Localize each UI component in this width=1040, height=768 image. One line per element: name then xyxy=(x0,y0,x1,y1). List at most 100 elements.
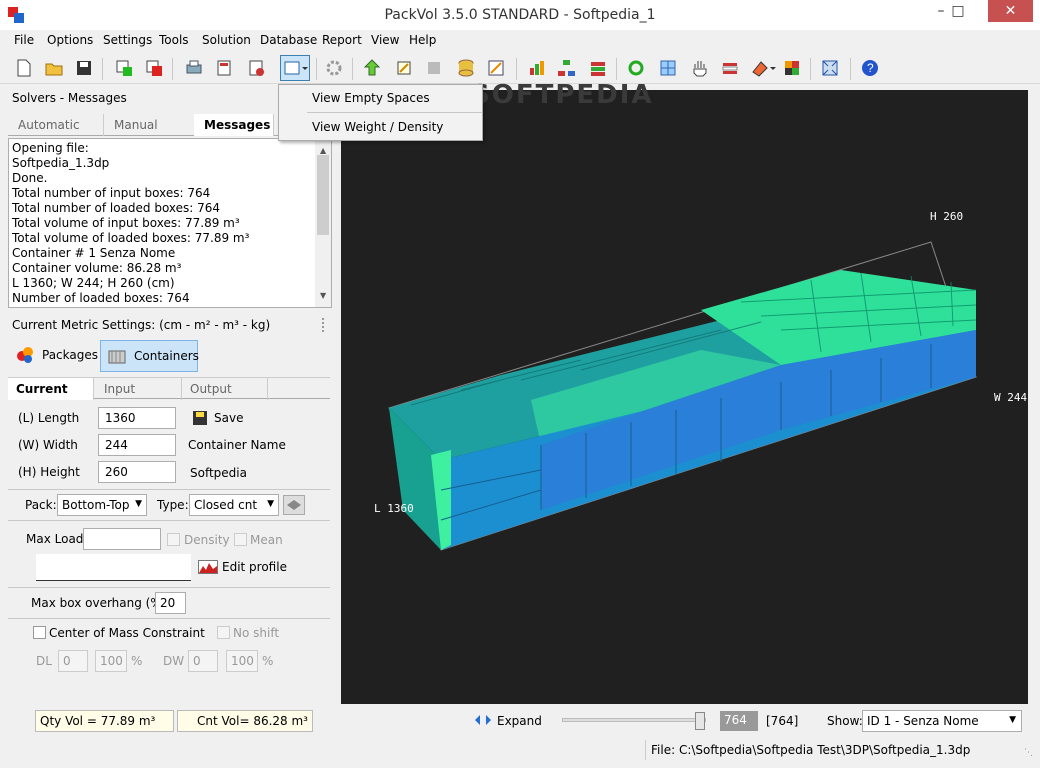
tab-manual[interactable]: Manual xyxy=(104,114,200,136)
max-load-input[interactable] xyxy=(83,528,161,550)
3d-viewport[interactable]: SOFTPEDIA H 260 W 244 L 1360 xyxy=(341,80,1028,704)
maximize-button[interactable]: □ xyxy=(946,0,970,22)
container-3d-render: H 260 W 244 L 1360 xyxy=(374,210,1027,551)
menu-help[interactable]: Help xyxy=(409,33,436,47)
tab-automatic[interactable]: Automatic xyxy=(8,114,104,136)
expand-label[interactable]: Expand xyxy=(497,714,542,728)
solver-tabs: Automatic Manual Messages xyxy=(8,114,318,136)
dw-percent-sign: % xyxy=(262,654,274,668)
no-shift-checkbox[interactable] xyxy=(217,626,230,639)
new-file-icon[interactable] xyxy=(14,58,34,78)
status-file-path: File: C:\Softpedia\Softpedia Test\3DP\So… xyxy=(651,743,971,757)
type-select[interactable]: Closed cnt ▼ xyxy=(189,494,279,516)
messages-list: Opening file: Softpedia_1.3dp Done. Total n… xyxy=(12,141,328,306)
settings-gear-icon[interactable] xyxy=(324,58,344,78)
dw-input[interactable]: 0 xyxy=(188,650,218,672)
containers-icon xyxy=(108,350,126,364)
center-of-mass-checkbox[interactable] xyxy=(33,626,46,639)
menu-settings[interactable]: Settings xyxy=(103,33,152,47)
expand-arrows-icon[interactable] xyxy=(474,713,492,727)
tab-current[interactable]: Current xyxy=(8,378,94,400)
print-icon[interactable] xyxy=(184,58,204,78)
report-icon[interactable] xyxy=(214,58,234,78)
pack-label: Pack: xyxy=(25,498,57,512)
length-input[interactable]: 1360 xyxy=(98,407,176,429)
stack-chart-icon[interactable] xyxy=(526,58,546,78)
pack-select[interactable]: Bottom-Top ▼ xyxy=(57,494,147,516)
hand-pan-icon[interactable] xyxy=(690,58,710,78)
database-icon[interactable] xyxy=(456,58,476,78)
length-label: (L) Length xyxy=(18,411,80,425)
help-icon[interactable]: ? xyxy=(860,58,880,78)
message-line: Container volume: 86.28 m³ xyxy=(12,261,182,275)
refresh-icon[interactable] xyxy=(626,58,646,78)
show-select[interactable]: ID 1 - Senza Nome ▼ xyxy=(862,710,1022,732)
save-icon[interactable] xyxy=(74,58,94,78)
width-label: (W) Width xyxy=(18,438,78,452)
boxes-icon[interactable] xyxy=(782,58,802,78)
no-shift-label: No shift xyxy=(233,626,280,640)
menu-options[interactable]: Options xyxy=(47,33,93,47)
menu-file[interactable]: File xyxy=(14,33,34,47)
resize-grip-icon[interactable]: ⋱ xyxy=(1024,748,1033,758)
mean-checkbox[interactable] xyxy=(234,533,247,546)
export-icon[interactable] xyxy=(246,58,266,78)
menu-item-view-weight-density[interactable]: View Weight / Density xyxy=(312,120,443,134)
add-package-icon[interactable] xyxy=(114,58,134,78)
dl-input[interactable]: 0 xyxy=(58,650,88,672)
overhang-input[interactable]: 20 xyxy=(155,592,186,614)
edit-profile-label[interactable]: Edit profile xyxy=(222,560,287,574)
layers-icon[interactable] xyxy=(588,58,608,78)
menu-item-view-empty-spaces[interactable]: View Empty Spaces xyxy=(312,91,430,105)
height-label: (H) Height xyxy=(18,465,80,479)
grid-view-icon[interactable] xyxy=(658,58,678,78)
grip-icon[interactable] xyxy=(322,318,326,332)
width-input[interactable]: 244 xyxy=(98,434,176,456)
density-checkbox[interactable] xyxy=(167,533,180,546)
load-up-icon[interactable] xyxy=(362,58,382,78)
messages-scrollbar[interactable]: ▲ ▼ xyxy=(315,139,331,307)
dl-label: DL xyxy=(36,654,52,668)
height-axis-label: H 260 xyxy=(930,210,963,223)
save-label[interactable]: Save xyxy=(214,411,243,425)
mean-label: Mean xyxy=(250,533,283,547)
add-container-icon[interactable] xyxy=(144,58,164,78)
open-folder-icon[interactable] xyxy=(44,58,64,78)
packages-button[interactable]: Packages xyxy=(14,342,98,370)
load-profile-preview xyxy=(36,554,191,581)
menu-database[interactable]: Database xyxy=(260,33,317,47)
menu-tools[interactable]: Tools xyxy=(159,33,189,47)
message-line: Total number of loaded boxes: 764 xyxy=(12,201,221,215)
height-input[interactable]: 260 xyxy=(98,461,176,483)
menu-view[interactable]: View xyxy=(371,33,399,47)
wizard-icon[interactable] xyxy=(486,58,506,78)
messages-box: Opening file: Softpedia_1.3dp Done. Total n… xyxy=(8,138,332,308)
edit-icon[interactable] xyxy=(394,58,414,78)
boxes-slider-track[interactable] xyxy=(562,712,706,730)
container-shape-button[interactable] xyxy=(283,495,305,515)
message-line: Number of loaded boxes: 764 xyxy=(12,291,190,305)
fit-view-icon[interactable] xyxy=(820,58,840,78)
view-options-dropdown-button[interactable] xyxy=(280,55,310,81)
dw-percent-input[interactable]: 100 xyxy=(226,650,258,672)
save-disk-icon[interactable] xyxy=(193,411,207,425)
boxes-slider-thumb[interactable] xyxy=(695,712,705,730)
tab-input[interactable]: Input xyxy=(94,378,182,400)
tab-output[interactable]: Output xyxy=(182,378,268,400)
container-name-value: Softpedia xyxy=(190,466,247,480)
containers-button[interactable]: Containers xyxy=(100,340,199,372)
menu-solution[interactable]: Solution xyxy=(202,33,251,47)
slider-max-label: [764] xyxy=(766,714,799,728)
menu-report[interactable]: Report xyxy=(322,33,362,47)
truck-icon[interactable] xyxy=(720,58,740,78)
dl-percent-input[interactable]: 100 xyxy=(95,650,127,672)
slider-value-display: 764 xyxy=(720,711,758,731)
color-palette-icon[interactable] xyxy=(750,58,776,78)
close-button[interactable]: ✕ xyxy=(988,0,1033,22)
message-line: Container # 1 Senza Nome xyxy=(12,246,176,260)
tab-messages[interactable]: Messages xyxy=(194,114,274,136)
layout-tree-icon[interactable] xyxy=(556,58,576,78)
max-load-label: Max Load xyxy=(26,532,84,546)
container-sub-tabs: Current Input Output xyxy=(8,377,330,400)
profile-chart-icon[interactable] xyxy=(198,560,218,574)
